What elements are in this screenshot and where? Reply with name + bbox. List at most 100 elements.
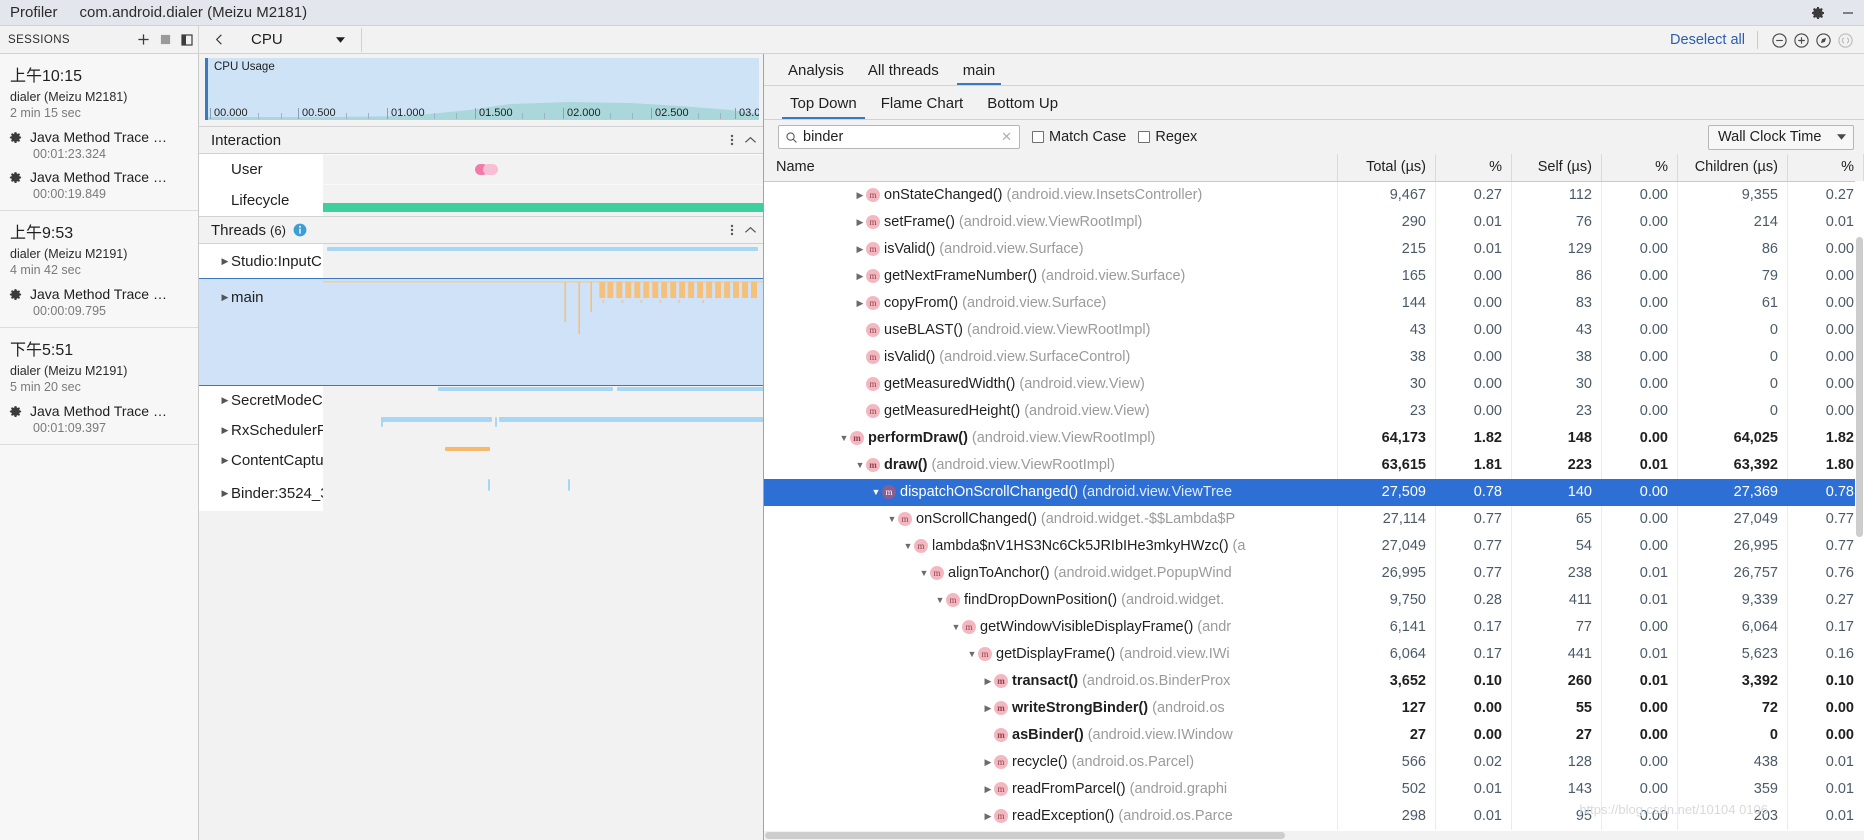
thread-track[interactable] — [323, 385, 763, 415]
thread-row-secretmodec[interactable]: ▶ SecretModeC... — [199, 385, 763, 415]
session-item[interactable]: 下午5:51 dialer (Meizu M2191) 5 min 20 sec… — [0, 328, 198, 445]
more-vertical-icon[interactable] — [730, 223, 734, 237]
back-arrow-icon[interactable] — [205, 27, 233, 53]
table-row[interactable]: ▶ m isValid() (android.view.Surface) 215 0.01… — [764, 235, 1864, 263]
expand-triangle-icon[interactable]: ▶ — [854, 271, 866, 282]
thread-track[interactable] — [323, 445, 763, 475]
expand-triangle-icon[interactable]: ▶ — [219, 425, 231, 436]
tab-all-threads[interactable]: All threads — [856, 62, 951, 85]
trace-item[interactable]: Java Method Trace Rec... — [0, 280, 198, 302]
table-row[interactable]: ▼ m onScrollChanged() (android.widget.-$$La… — [764, 505, 1864, 533]
collapse-triangle-icon[interactable]: ▼ — [966, 649, 978, 659]
table-row[interactable]: ▶ m readException() (android.os.Parce 298 0.0… — [764, 802, 1864, 830]
expand-triangle-icon[interactable]: ▶ — [982, 811, 994, 822]
expand-triangle-icon[interactable]: ▶ — [854, 244, 866, 255]
expand-triangle-icon[interactable]: ▶ — [219, 395, 231, 406]
interaction-header[interactable]: Interaction — [199, 126, 763, 154]
table-row[interactable]: ▶ m writeStrongBinder() (android.os 127 0.00 5… — [764, 694, 1864, 722]
table-row[interactable]: ▼ m lambda$nV1HS3Nc6Ck5JRIbIHe3mkyHWzc() (a… — [764, 532, 1864, 560]
thread-label[interactable]: ▶ Binder:3524_3 — [199, 475, 323, 511]
scrollbar-thumb[interactable] — [765, 832, 1285, 839]
column-header-total[interactable]: Total (µs) — [1337, 154, 1436, 182]
stop-square-icon[interactable] — [154, 29, 176, 51]
collapse-triangle-icon[interactable]: ▼ — [918, 568, 930, 578]
thread-track[interactable] — [323, 475, 763, 511]
expand-triangle-icon[interactable]: ▶ — [854, 217, 866, 228]
table-row[interactable]: ▶ m getNextFrameNumber() (android.view.Surf… — [764, 262, 1864, 290]
expand-triangle-icon[interactable]: ▶ — [219, 292, 231, 303]
regex-checkbox[interactable]: Regex — [1138, 129, 1197, 145]
thread-label[interactable]: ▶ main — [199, 279, 323, 385]
user-events-track[interactable] — [323, 154, 763, 184]
more-vertical-icon[interactable] — [730, 133, 734, 147]
column-header-children-pct[interactable]: % — [1787, 154, 1864, 182]
cpu-usage-chart[interactable]: CPU Usage 00.000 00.500 01.000 01.500 02… — [205, 58, 759, 120]
thread-row-rxschedulerp[interactable]: ▶ RxSchedulerP... — [199, 415, 763, 445]
horizontal-scrollbar[interactable] — [764, 831, 1864, 840]
interaction-row-user[interactable]: User — [199, 154, 763, 184]
table-row[interactable]: ▼ m draw() (android.view.ViewRootImpl) 63,61… — [764, 451, 1864, 479]
table-row[interactable]: ▶ m setFrame() (android.view.ViewRootImpl) 2… — [764, 208, 1864, 236]
table-row[interactable]: ▶ m recycle() (android.os.Parcel) 566 0.02 128… — [764, 748, 1864, 776]
expand-triangle-icon[interactable]: ▶ — [982, 757, 994, 768]
session-item[interactable]: 上午10:15 dialer (Meizu M2181) 2 min 15 se… — [0, 54, 198, 211]
subtab-bottom-up[interactable]: Bottom Up — [975, 95, 1070, 119]
table-row[interactable]: ▼ m getWindowVisibleDisplayFrame() (andr 6,1… — [764, 613, 1864, 641]
plus-icon[interactable] — [132, 29, 154, 51]
thread-label[interactable]: ▶ SecretModeC... — [199, 385, 323, 415]
collapse-triangle-icon[interactable]: ▼ — [886, 514, 898, 524]
table-row[interactable]: m isValid() (android.view.SurfaceControl) 3… — [764, 343, 1864, 371]
table-row[interactable]: ▶ m copyFrom() (android.view.Surface) 144 0.0… — [764, 289, 1864, 317]
call-tree-table-wrapper[interactable]: Name Total (µs) % Self (µs) % Children (… — [764, 154, 1864, 831]
lifecycle-track[interactable] — [323, 184, 763, 216]
subtab-flame-chart[interactable]: Flame Chart — [869, 95, 976, 119]
trace-item[interactable]: Java Method Trace Rec... — [0, 123, 198, 145]
column-header-self-pct[interactable]: % — [1601, 154, 1678, 182]
table-row[interactable]: ▼ m performDraw() (android.view.ViewRootImp… — [764, 424, 1864, 452]
checkbox-box[interactable] — [1138, 131, 1151, 143]
column-header-children[interactable]: Children (µs) — [1677, 154, 1788, 182]
thread-label[interactable]: ▶ ContentCapture — [199, 445, 323, 475]
collapse-triangle-icon[interactable]: ▼ — [902, 541, 914, 551]
table-row[interactable]: m asBinder() (android.view.IWindow 27 0.00 27… — [764, 721, 1864, 749]
threads-header[interactable]: Threads (6) — [199, 216, 763, 244]
expand-triangle-icon[interactable]: ▶ — [982, 784, 994, 795]
expand-triangle-icon[interactable]: ▶ — [219, 488, 231, 499]
sessions-panel[interactable]: 上午10:15 dialer (Meizu M2181) 2 min 15 se… — [0, 54, 199, 840]
thread-row-main[interactable]: ▶ main — [199, 278, 763, 386]
table-row[interactable]: ▶ m onStateChanged() (android.view.InsetsCo… — [764, 181, 1864, 209]
subtab-top-down[interactable]: Top Down — [778, 95, 869, 119]
vertical-scrollbar[interactable] — [1855, 181, 1864, 831]
zoom-out-icon[interactable] — [1768, 29, 1790, 51]
table-row[interactable]: ▼ m alignToAnchor() (android.widget.PopupWi… — [764, 559, 1864, 587]
thread-label[interactable]: ▶ Studio:InputC... — [199, 244, 323, 279]
collapse-triangle-icon[interactable]: ▼ — [854, 460, 866, 470]
info-icon[interactable] — [293, 223, 307, 237]
expand-triangle-icon[interactable]: ▶ — [982, 676, 994, 687]
thread-track[interactable] — [323, 279, 763, 385]
clock-type-select[interactable]: Wall Clock Time — [1708, 124, 1854, 150]
expand-triangle-icon[interactable]: ▶ — [219, 455, 231, 466]
deselect-all-link[interactable]: Deselect all — [1670, 32, 1745, 48]
column-header-name[interactable]: Name — [764, 154, 1338, 182]
trace-item[interactable]: Java Method Trace Rec... — [0, 163, 198, 185]
expand-triangle-icon[interactable]: ▶ — [854, 190, 866, 201]
thread-row-contentcapture[interactable]: ▶ ContentCapture — [199, 445, 763, 475]
collapse-triangle-icon[interactable]: ▼ — [934, 595, 946, 605]
attach-to-live-icon[interactable] — [1834, 29, 1856, 51]
search-box[interactable]: ✕ — [778, 125, 1020, 149]
table-row[interactable]: ▶ m readFromParcel() (android.graphi 502 0.01… — [764, 775, 1864, 803]
table-row[interactable]: ▼ m findDropDownPosition() (android.widget.… — [764, 586, 1864, 614]
thread-row-binder[interactable]: ▶ Binder:3524_3 — [199, 475, 763, 511]
zoom-in-icon[interactable] — [1790, 29, 1812, 51]
reset-zoom-icon[interactable] — [1812, 29, 1834, 51]
monitor-selector[interactable]: CPU — [243, 28, 351, 52]
trace-item[interactable]: Java Method Trace Rec... — [0, 397, 198, 419]
session-item[interactable]: 上午9:53 dialer (Meizu M2191) 4 min 42 sec… — [0, 211, 198, 328]
table-row[interactable]: ▼ m dispatchOnScrollChanged() (android.view… — [764, 478, 1864, 506]
table-row[interactable]: ▶ m transact() (android.os.BinderProx 3,652 0… — [764, 667, 1864, 695]
collapse-triangle-icon[interactable]: ▼ — [838, 433, 850, 443]
table-row[interactable]: ▼ m getDisplayFrame() (android.view.IWi 6,06… — [764, 640, 1864, 668]
tab-main[interactable]: main — [951, 62, 1008, 85]
expand-triangle-icon[interactable]: ▶ — [219, 256, 231, 267]
